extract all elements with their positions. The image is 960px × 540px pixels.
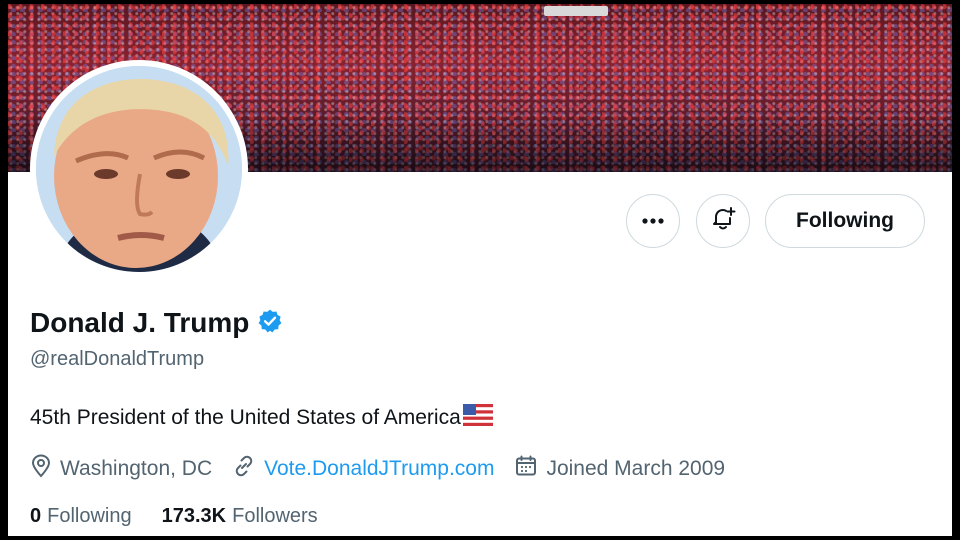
profile-stats-row: 0 Following 173.3K Followers — [30, 505, 348, 528]
following-stat-link[interactable]: 0 Following — [30, 505, 132, 528]
joined-item: Joined March 2009 — [514, 454, 725, 484]
profile-meta-row: Washington, DC Vote.DonaldJTrump.com Joi… — [30, 454, 745, 484]
notifications-button[interactable] — [696, 194, 750, 248]
calendar-icon — [514, 454, 538, 484]
followers-label: Followers — [232, 505, 318, 527]
us-flag-icon — [462, 404, 493, 432]
more-options-icon — [641, 212, 665, 230]
more-options-button[interactable] — [626, 194, 680, 248]
following-label: Following — [47, 505, 132, 527]
location-item: Washington, DC — [30, 454, 212, 484]
joined-text: Joined March 2009 — [546, 457, 726, 480]
profile-page: Following Donald J. Trump @realDonaldTru… — [8, 4, 952, 536]
link-icon — [232, 454, 256, 484]
profile-name-row: Donald J. Trump — [30, 307, 283, 339]
verified-badge-icon — [257, 308, 283, 339]
location-text: Washington, DC — [60, 457, 213, 480]
display-name: Donald J. Trump — [30, 307, 250, 338]
avatar-photo — [36, 66, 242, 272]
followers-count: 173.3K — [161, 505, 227, 527]
following-button[interactable]: Following — [765, 194, 925, 248]
notification-bell-plus-icon — [709, 205, 737, 238]
bio-text: 45th President of the United States of A… — [30, 406, 461, 429]
profile-avatar[interactable] — [30, 60, 248, 278]
following-count: 0 — [30, 505, 42, 527]
location-pin-icon — [30, 454, 52, 484]
profile-bio: 45th President of the United States of A… — [30, 404, 493, 432]
banner-stage-sign — [544, 6, 608, 16]
profile-handle: @realDonaldTrump — [30, 348, 205, 370]
website-link[interactable]: Vote.DonaldJTrump.com — [264, 457, 494, 481]
website-item: Vote.DonaldJTrump.com — [232, 454, 494, 484]
followers-stat-link[interactable]: 173.3K Followers — [162, 505, 318, 528]
